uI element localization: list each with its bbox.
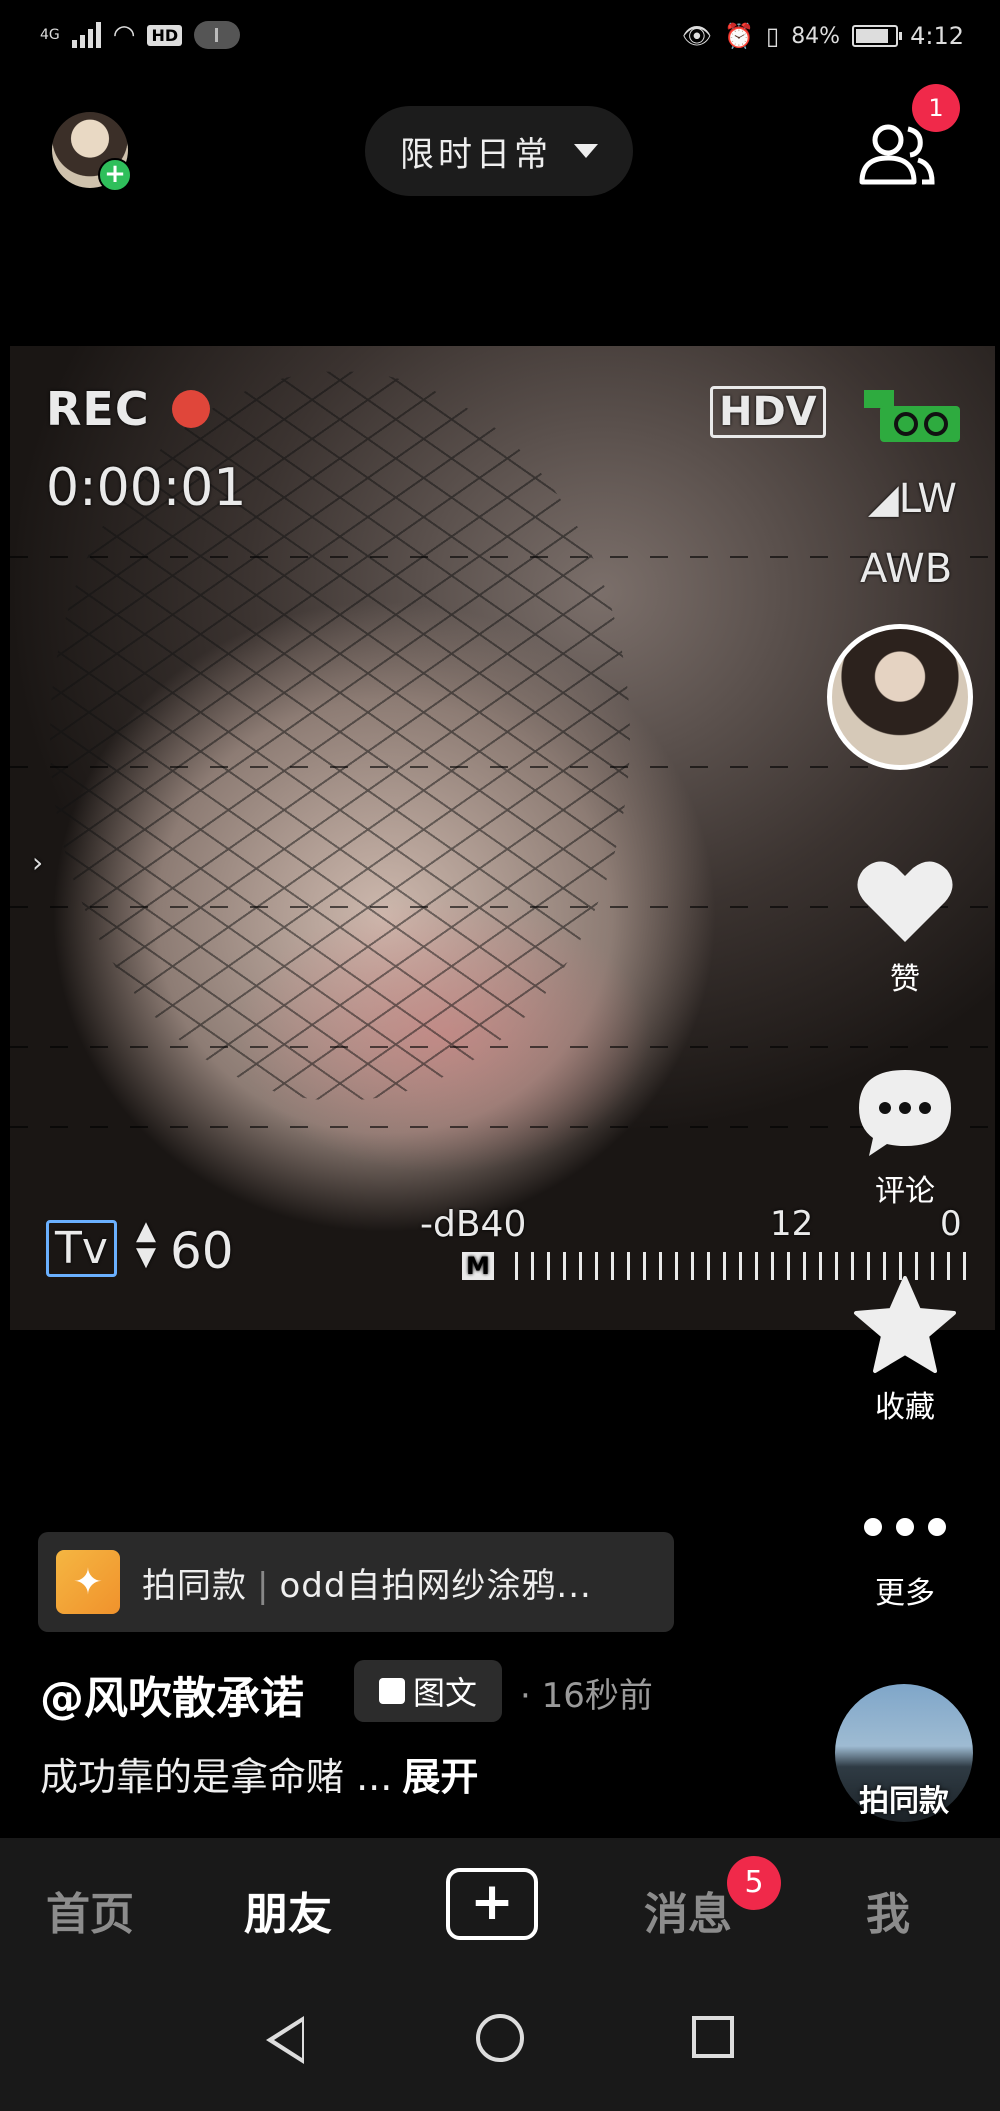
- video-camera-icon: [864, 390, 960, 442]
- up-down-arrows-icon: ▲ ▼: [136, 1216, 156, 1272]
- like-label: 赞: [890, 962, 920, 997]
- toggle-pill-icon: [194, 21, 241, 49]
- messages-badge: 5: [727, 1856, 781, 1910]
- db-0-label: 0: [940, 1204, 962, 1244]
- rec-label: REC: [46, 382, 150, 436]
- more-dots-icon: [840, 1512, 970, 1542]
- tab-me[interactable]: 我: [866, 1878, 910, 1942]
- timecode: 0:00:01: [46, 458, 247, 518]
- image-text-icon: [378, 1678, 405, 1704]
- chevron-down-icon: [574, 144, 598, 158]
- battery-icon: [852, 25, 903, 47]
- author-name[interactable]: @风吹散承诺: [40, 1662, 304, 1726]
- meter-m-label: M: [462, 1252, 494, 1280]
- add-story-icon[interactable]: +: [98, 158, 132, 192]
- tab-bar: 首页 朋友 + 消息 5 我: [0, 1838, 1000, 1978]
- sparkle-icon: ✦: [56, 1550, 120, 1614]
- more-label: 更多: [875, 1576, 935, 1611]
- like-button[interactable]: 赞: [840, 856, 970, 998]
- rec-dot-icon: [172, 390, 210, 428]
- tv-label: Tv: [46, 1220, 117, 1277]
- friends-badge: 1: [912, 84, 960, 132]
- post-time: · 16秒前: [520, 1676, 653, 1716]
- recents-icon[interactable]: [692, 2016, 734, 2058]
- signal-icon: [71, 22, 101, 48]
- clock: 4:12: [910, 22, 964, 50]
- comment-icon: [859, 1070, 951, 1156]
- db-12-label: 12: [770, 1204, 814, 1244]
- template-name: odd自拍网纱涂鸦...: [279, 1565, 592, 1606]
- awb-label: AWB: [860, 546, 953, 592]
- comment-button[interactable]: 评论: [840, 1066, 970, 1210]
- favorite-button[interactable]: 收藏: [840, 1276, 970, 1426]
- caption: 成功靠的是拿命赌 ... 展开: [40, 1746, 478, 1801]
- post-type-label: 图文: [412, 1674, 477, 1712]
- tab-messages[interactable]: 消息: [644, 1878, 732, 1942]
- system-nav-bar: [0, 1978, 1000, 2111]
- tab-friends[interactable]: 朋友: [244, 1878, 332, 1942]
- same-style-label[interactable]: 拍同款: [835, 1776, 973, 1820]
- friends-icon[interactable]: [856, 120, 936, 188]
- home-icon[interactable]: [476, 2014, 524, 2062]
- tab-home[interactable]: 首页: [46, 1878, 134, 1942]
- db-label: -dB40: [420, 1204, 527, 1245]
- create-post-button[interactable]: +: [446, 1868, 538, 1940]
- eye-icon: 👁: [681, 22, 713, 50]
- template-bar[interactable]: ✦ 拍同款 | odd自拍网纱涂鸦...: [38, 1532, 674, 1632]
- vibrate-icon: ▯: [765, 22, 780, 50]
- topic-selector[interactable]: 限时日常: [365, 106, 633, 196]
- lw-label: ◢LW: [868, 476, 957, 522]
- caption-text: 成功靠的是拿命赌 ...: [40, 1755, 393, 1799]
- favorite-label: 收藏: [875, 1390, 935, 1425]
- more-button[interactable]: 更多: [840, 1512, 970, 1612]
- hdv-label: HDV: [710, 386, 826, 438]
- alarm-icon: ⏰: [724, 22, 754, 50]
- back-icon[interactable]: [266, 2016, 304, 2064]
- battery-percent: 84%: [791, 23, 841, 49]
- network-type: 4G: [40, 27, 60, 43]
- shutter-value: 60: [170, 1222, 234, 1280]
- template-prefix: 拍同款: [142, 1565, 247, 1606]
- comment-label: 评论: [875, 1174, 935, 1209]
- hd-badge: HD: [147, 24, 183, 46]
- author-avatar[interactable]: [827, 624, 973, 770]
- star-icon: [854, 1276, 956, 1373]
- status-bar: 4G ◠ HD 👁 ⏰ ▯ 84% 4:12: [0, 0, 1000, 80]
- heart-icon: [857, 861, 953, 942]
- topic-label: 限时日常: [400, 134, 552, 175]
- post-type-badge: 图文: [354, 1660, 502, 1722]
- expand-button[interactable]: 展开: [402, 1755, 478, 1799]
- wifi-icon: ◠: [112, 20, 136, 50]
- chevron-right-icon[interactable]: ›: [32, 846, 43, 879]
